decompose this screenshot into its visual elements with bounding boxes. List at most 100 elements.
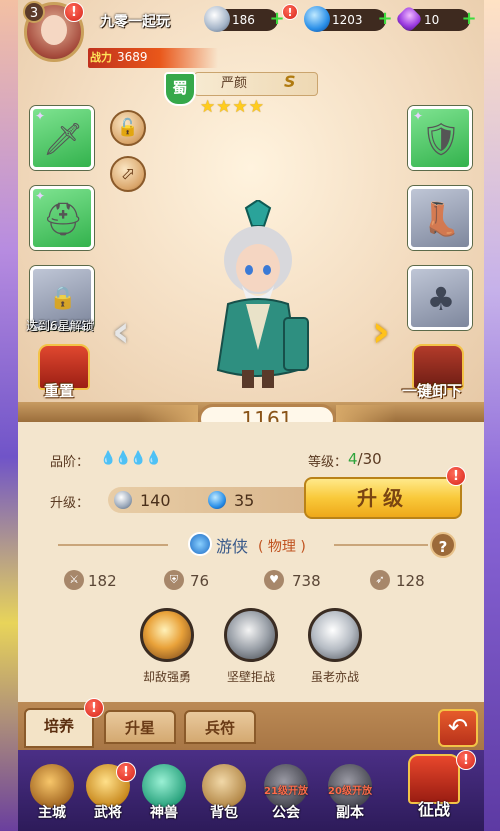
prev-hero-arrow[interactable]: ‹ xyxy=(104,310,138,358)
sword-icon: 🗡 xyxy=(42,120,84,158)
equip-slot-weapon[interactable]: ✦ 🗡 xyxy=(30,106,94,170)
silver-alert-dot: ! xyxy=(282,4,298,20)
ranger-class-icon xyxy=(188,532,212,556)
stat-defense: 76 xyxy=(190,572,210,590)
unlock-icon: 🔓 xyxy=(117,118,139,138)
player-level-badge: 3 xyxy=(23,1,45,23)
hero-portrait[interactable] xyxy=(198,200,318,390)
battle-label: 征战 xyxy=(417,800,450,819)
skill-name-2: 坚壁拒战 xyxy=(226,670,275,684)
gem-counter: 1203 + xyxy=(304,6,393,32)
unlock-tip: 达到6星解锁 xyxy=(26,319,94,333)
generals-alert-dot: ! xyxy=(116,762,136,782)
level-max: /30 xyxy=(357,450,382,468)
nav-label: 背包 xyxy=(210,805,238,821)
upgrade-button[interactable]: 升级 xyxy=(304,477,462,519)
tab-tally[interactable]: 兵符 xyxy=(184,710,256,744)
crystal-amount: 10 xyxy=(424,13,440,27)
avatar-alert-dot: ! xyxy=(64,2,84,22)
top-bar: 3 ! 九零一起玩 186 + ! 1203 + 10 + xyxy=(18,0,484,62)
equip-slot-armor[interactable]: ✦ 🛡 xyxy=(408,106,472,170)
nav-guild[interactable]: 21级开放 公会 xyxy=(258,758,314,828)
class-help-button[interactable]: ? xyxy=(430,532,456,558)
gem-amount: 1203 xyxy=(332,13,363,27)
shield-icon: ⛨ xyxy=(164,570,184,590)
guild-lock-tip: 21级开放 xyxy=(264,786,308,797)
next-hero-arrow[interactable]: › xyxy=(364,310,398,358)
level-value: 4/30 xyxy=(348,450,382,468)
silver-coin-icon xyxy=(114,491,132,509)
hero-name-plate: 严颜 xyxy=(194,72,318,96)
unlock-button[interactable]: 🔓 xyxy=(110,110,146,146)
stat-attack: 182 xyxy=(88,572,117,590)
nav-label: 神兽 xyxy=(150,805,178,821)
share-icon: ⬀ xyxy=(120,164,136,184)
blue-gem-icon xyxy=(208,491,226,509)
reset-button[interactable]: 重置 xyxy=(44,380,74,401)
gourd-icon: ♣ xyxy=(426,280,456,318)
skill-icon-3[interactable] xyxy=(308,608,362,662)
stat-speed: 128 xyxy=(396,572,425,590)
class-name: 游侠 xyxy=(216,537,249,556)
avatar-face xyxy=(41,15,67,45)
game-frame: 3 ! 九零一起玩 186 + ! 1203 + 10 + 战力 3689 严颜… xyxy=(18,0,484,831)
sword-icon: ⚔ xyxy=(64,570,84,590)
level-label: 等级： xyxy=(308,455,348,470)
add-gem-button[interactable]: + xyxy=(376,10,394,29)
equip-slot-helmet[interactable]: ✦ ⛑ xyxy=(30,186,94,250)
hero-name: 严颜 xyxy=(221,76,248,91)
crystal-counter: 10 + xyxy=(394,4,477,34)
faction-badge: 蜀 xyxy=(164,72,196,106)
hero-stars: ★★★★ xyxy=(200,97,265,117)
silver-coin-icon xyxy=(204,6,230,32)
power-label: 战力 xyxy=(90,51,112,64)
nav-beasts[interactable]: 神兽 xyxy=(136,758,192,828)
skill-name-3: 虽老亦战 xyxy=(310,670,359,684)
purple-crystal-icon xyxy=(394,4,424,34)
tab-star-up[interactable]: 升星 xyxy=(104,710,176,744)
class-divider-left xyxy=(58,544,168,546)
skill-name-1: 却敌强勇 xyxy=(142,670,191,684)
armor-icon: 🛡 xyxy=(420,120,462,158)
left-background xyxy=(0,0,18,831)
share-button[interactable]: ⬀ xyxy=(110,156,146,192)
heart-icon: ♥ xyxy=(264,570,284,590)
player-name: 九零一起玩 xyxy=(100,14,170,30)
nav-dungeon[interactable]: 20级开放 副本 xyxy=(322,758,378,828)
boot-icon: 👢 xyxy=(421,200,461,238)
nav-label: 武将 xyxy=(94,805,122,821)
unequip-all-button[interactable]: 一键卸下 xyxy=(402,380,462,401)
skill-icon-2[interactable] xyxy=(224,608,278,662)
nav-backpack[interactable]: 背包 xyxy=(196,758,252,828)
hero-grade: S xyxy=(284,72,296,91)
quality-drops: 💧💧💧💧 xyxy=(100,451,162,466)
back-button[interactable]: ↶ xyxy=(438,709,478,747)
nav-label: 副本 xyxy=(336,805,364,821)
gem-cost: 35 xyxy=(234,491,255,510)
nav-main-city[interactable]: 主城 xyxy=(24,758,80,828)
helmet-icon: ⛑ xyxy=(42,200,84,238)
silver-cost: 140 xyxy=(140,491,171,510)
upgrade-alert-dot: ! xyxy=(446,466,466,486)
right-background xyxy=(484,0,500,831)
skill-icon-1[interactable] xyxy=(140,608,194,662)
damage-type: ( 物理 ) xyxy=(258,539,306,555)
stat-health: 738 xyxy=(292,572,321,590)
tab-train[interactable]: 培养 xyxy=(24,708,94,748)
upgrade-cost-label: 升级： xyxy=(50,496,90,511)
dungeon-lock-tip: 20级开放 xyxy=(328,786,372,797)
silver-amount: 186 xyxy=(232,13,255,27)
boot-icon: ➶ xyxy=(370,570,390,590)
nav-label: 主城 xyxy=(38,805,66,821)
equip-slot-accessory[interactable]: ♣ xyxy=(408,266,472,330)
equip-slot-boots[interactable]: 👢 xyxy=(408,186,472,250)
power-value: 3689 xyxy=(117,50,148,64)
add-crystal-button[interactable]: + xyxy=(460,10,478,29)
quality-label: 品阶： xyxy=(50,455,90,470)
silver-counter: 186 + xyxy=(204,6,285,32)
class-divider-right xyxy=(334,544,428,546)
nav-label: 公会 xyxy=(272,805,300,821)
level-current: 4 xyxy=(348,450,358,468)
lock-icon: 🔒 xyxy=(49,286,77,311)
blue-gem-icon xyxy=(304,6,330,32)
